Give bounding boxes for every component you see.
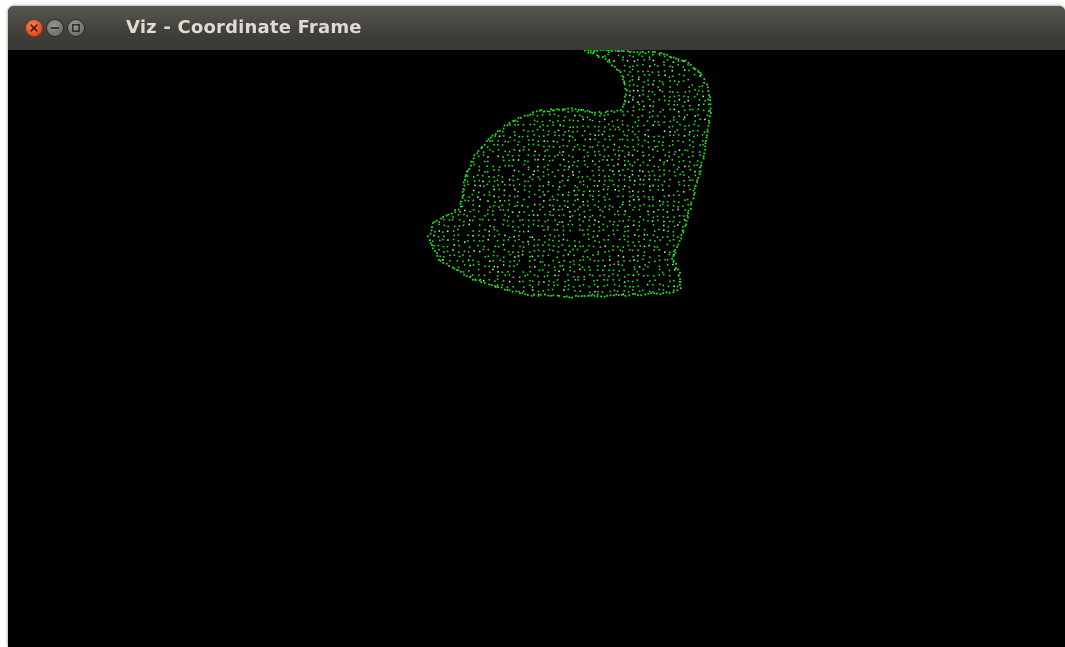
point-cloud-bunny [427,50,712,299]
window-title: Viz - Coordinate Frame [126,17,362,38]
minimize-icon [50,27,60,29]
render-viewport[interactable] [8,50,1065,647]
viz-window: Viz - Coordinate Frame [8,6,1065,647]
minimize-button[interactable] [46,19,64,37]
close-button[interactable] [25,19,43,37]
close-icon [30,24,38,32]
title-bar[interactable]: Viz - Coordinate Frame [8,6,1065,51]
point-cloud-points [427,50,712,299]
maximize-button[interactable] [67,19,85,37]
maximize-icon [72,24,80,32]
